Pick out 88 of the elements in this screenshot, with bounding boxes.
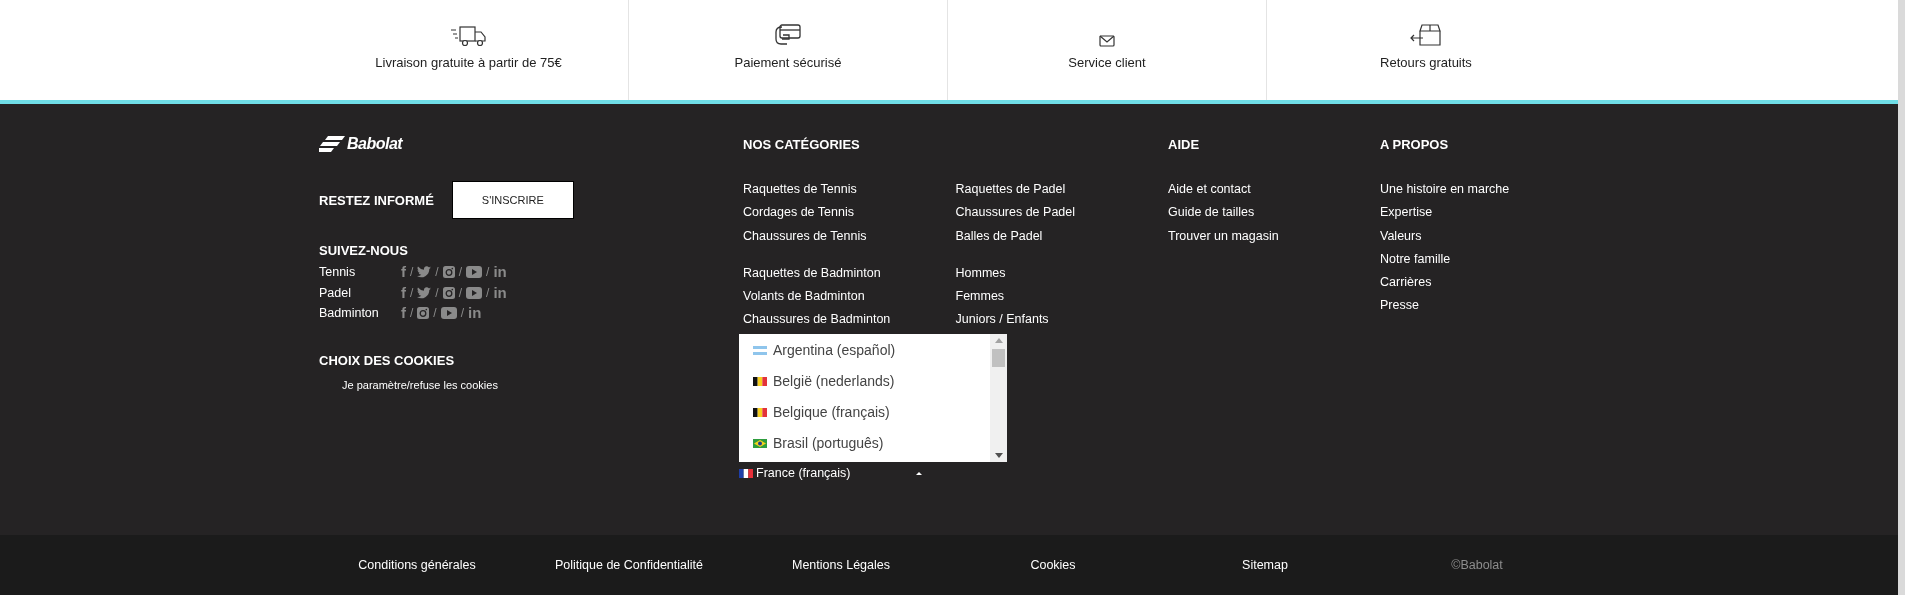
feature-label: Livraison gratuite à partir de 75€ [375,55,562,70]
categories-heading: NOS CATÉGORIES [743,136,861,153]
about-link[interactable]: Carrières [1380,271,1680,295]
bird-icon[interactable] [417,266,432,279]
scroll-down-icon[interactable] [994,452,1003,458]
linkedin-link[interactable]: in [493,265,507,280]
facebook-link[interactable]: f [401,265,406,280]
help-link[interactable]: Aide et contact [1168,178,1380,202]
flag-icon [753,438,767,448]
legal-link[interactable]: Cookies [1030,558,1076,572]
play-icon[interactable] [466,286,483,299]
caret-icon [916,471,922,475]
separator-slash: / [410,285,414,300]
help-link[interactable]: Guide de tailles [1168,201,1380,225]
flag-icon [739,468,753,478]
sport-label: Tennis [319,265,357,280]
facebook-link[interactable]: f [401,285,406,300]
legal-link[interactable]: Mentions Légales [792,558,890,572]
category-link[interactable]: Chaussures de Padel [955,201,1168,225]
category-link[interactable]: Raquettes de Badminton [743,261,956,286]
language-option[interactable]: Argentina (español) [739,334,990,366]
about-link[interactable]: Une histoire en marche [1380,178,1680,202]
facebook-link[interactable]: f [401,306,406,321]
category-link[interactable]: Volants de Badminton [743,285,956,309]
play-icon[interactable] [440,307,457,320]
sport-label: Padel [319,285,352,300]
language-selector[interactable]: France (français) [739,465,967,482]
legal-link[interactable]: Politique de Confidentialité [555,558,703,572]
feature-label: Retours gratuits [1380,55,1472,70]
newsletter-heading: RESTEZ INFORMÉ [319,191,434,209]
language-option[interactable]: Brasil (português) [739,427,990,459]
truck-icon [449,25,488,47]
separator-slash: / [410,265,414,280]
about-link[interactable]: Notre famille [1380,247,1680,272]
box-return-icon [1410,23,1442,47]
flag-icon [753,407,767,417]
category-link[interactable]: Juniors / Enfants [955,308,1168,332]
linkedin-link[interactable]: in [493,285,507,300]
cookies-heading: CHOIX DES COOKIES [319,351,456,369]
separator-slash: / [410,306,414,321]
scrollbar[interactable] [990,333,1007,462]
camera-icon[interactable] [442,286,455,299]
category-link[interactable]: Balles de Padel [955,224,1168,248]
category-link[interactable]: Femmes [955,285,1168,309]
category-link[interactable]: Cordages de Tennis [743,201,956,225]
help-heading: AIDE [1168,136,1201,153]
separator-slash: / [486,285,490,300]
help-link[interactable]: Trouver un magasin [1168,224,1380,248]
category-link[interactable]: Hommes [955,261,1168,286]
category-link[interactable]: Raquettes de Tennis [743,178,956,202]
flag-icon [753,345,767,355]
separator-slash: / [433,306,437,321]
about-link[interactable]: Presse [1380,294,1680,318]
play-icon[interactable] [466,266,483,279]
about-link[interactable]: Valeurs [1380,224,1680,248]
separator-slash: / [458,265,463,280]
cookie-settings-link[interactable]: Je paramètre/refuse les cookies [342,378,498,391]
language-option[interactable]: Belgique (français) [739,396,990,428]
separator-slash: / [458,285,463,300]
envelope-icon [1099,35,1115,47]
category-link[interactable]: Chaussures de Tennis [743,224,956,248]
bird-icon[interactable] [417,286,432,299]
brand-logo[interactable]: Babolat [347,135,403,153]
about-link[interactable]: Expertise [1380,201,1680,225]
category-link[interactable]: Chaussures de Badminton [743,308,956,332]
sport-label: Badminton [319,306,380,321]
legal-link[interactable]: Conditions générales [358,558,476,572]
card-icon [774,23,802,47]
feature-label: Service client [1068,55,1146,70]
page-scrollbar[interactable] [1898,0,1905,595]
separator-slash: / [435,285,439,300]
logo-stripes-icon [319,136,345,152]
linkedin-link[interactable]: in [468,306,482,321]
about-heading: A PROPOS [1380,136,1450,153]
subscribe-button[interactable]: S'INSCRIRE [451,181,574,219]
category-link[interactable]: Raquettes de Padel [955,178,1168,202]
copyright-text: ©Babolat [1451,558,1503,572]
feature-label: Paiement sécurisé [734,55,842,70]
social-heading: SUIVEZ-NOUS [319,242,409,259]
camera-icon[interactable] [442,266,455,279]
camera-icon[interactable] [417,307,430,320]
separator-slash: / [460,306,465,321]
separator-slash: / [486,265,490,280]
legal-link[interactable]: Sitemap [1242,558,1288,572]
separator-slash: / [435,265,439,280]
language-option[interactable]: België (nederlands) [739,365,990,397]
scrollbar-thumb[interactable] [992,348,1005,367]
flag-icon [753,376,767,386]
